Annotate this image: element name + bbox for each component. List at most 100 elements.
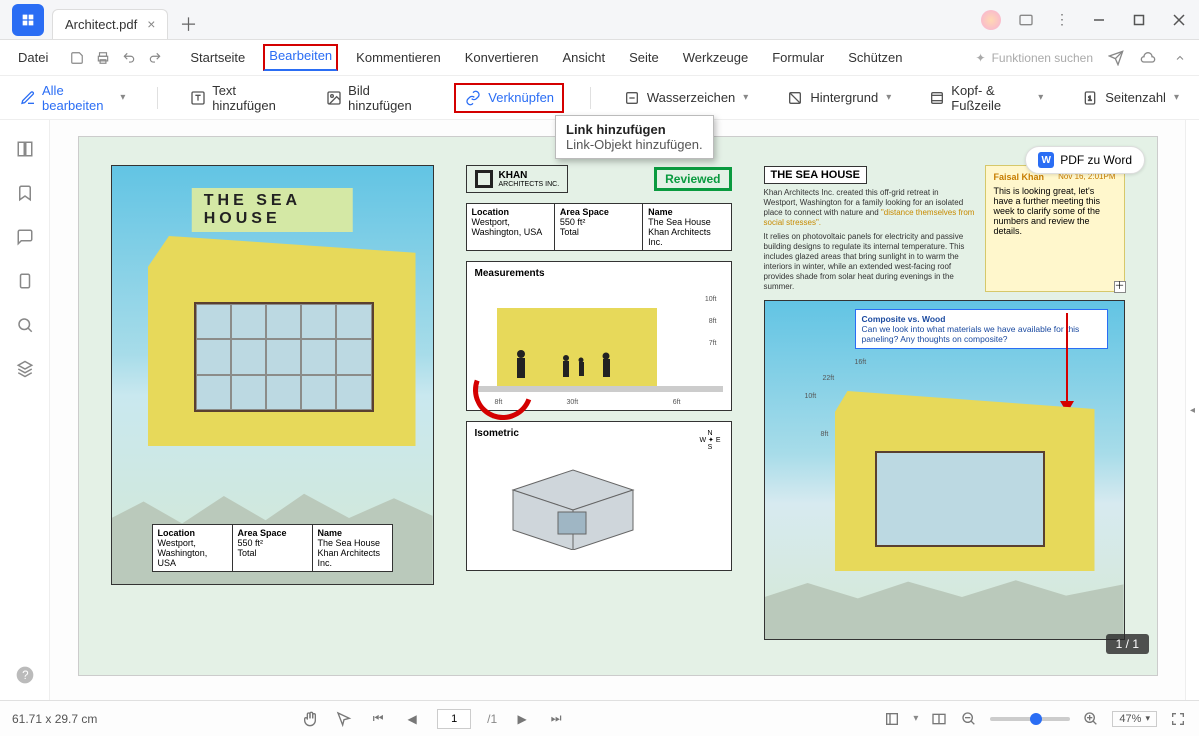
user-avatar-icon[interactable] [981, 10, 1001, 30]
save-icon[interactable] [68, 49, 86, 67]
document-tab-label: Architect.pdf [65, 17, 137, 32]
info-name-h: Name [318, 528, 387, 538]
search-functions-label: Funktionen suchen [992, 51, 1093, 65]
col3-rocks [765, 569, 1124, 639]
tab-startseite[interactable]: Startseite [184, 44, 251, 71]
tab-schuetzen[interactable]: Schützen [842, 44, 908, 71]
tab-ansicht[interactable]: Ansicht [556, 44, 611, 71]
page-col-review: THE SEA HOUSE Khan Architects Inc. creat… [764, 165, 1125, 647]
isometric-drawing [503, 450, 643, 550]
page-number-button[interactable]: 1 Seitenzahl ▾ [1075, 85, 1185, 111]
read-mode-icon[interactable] [930, 710, 948, 728]
main-area: ▸ ? W PDF zu Word THE SEA HOUSE [0, 120, 1199, 700]
layers-icon[interactable] [14, 358, 36, 380]
canvas-scroll[interactable]: THE SEA HOUSE LocationWestport, Washingt… [50, 120, 1185, 700]
first-page-icon[interactable]: ⏮ [369, 710, 387, 728]
compass: N W ✦ E S [699, 430, 720, 451]
edit-all-button[interactable]: Alle bearbeiten ▾ [14, 79, 131, 117]
attachment-icon[interactable] [14, 270, 36, 292]
send-icon[interactable] [1107, 49, 1125, 67]
pdf-to-word-button[interactable]: W PDF zu Word [1025, 146, 1145, 174]
tab-konvertieren[interactable]: Konvertieren [459, 44, 545, 71]
house-window [194, 302, 374, 412]
comment-callout[interactable]: Composite vs. Wood Can we look into what… [855, 309, 1108, 349]
tab-werkzeuge[interactable]: Werkzeuge [677, 44, 755, 71]
col3-illustration: Composite vs. Wood Can we look into what… [764, 300, 1125, 640]
info-location-h: Location [158, 528, 227, 538]
people-silhouettes [511, 346, 621, 386]
main-tabs: Startseite Bearbeiten Kommentieren Konve… [184, 44, 908, 71]
zoom-value: 47% [1119, 713, 1141, 725]
brand-line2: ARCHITECTS INC. [499, 181, 560, 188]
background-button[interactable]: Hintergrund ▾ [780, 85, 897, 111]
add-text-label: Text hinzufügen [212, 83, 288, 113]
thumbnails-icon[interactable] [14, 138, 36, 160]
brand-logo: KHAN ARCHITECTS INC. [466, 165, 569, 193]
fullscreen-icon[interactable] [1169, 710, 1187, 728]
comment-panel-icon[interactable] [14, 226, 36, 248]
pdf-page[interactable]: THE SEA HOUSE LocationWestport, Washingt… [78, 136, 1158, 676]
print-icon[interactable] [94, 49, 112, 67]
hand-tool-icon[interactable] [301, 710, 319, 728]
search-functions[interactable]: ✦ Funktionen suchen [976, 51, 1093, 65]
bookmark-icon[interactable] [14, 182, 36, 204]
info2-name-h: Name [648, 207, 725, 217]
window-minimize-button[interactable] [1079, 0, 1119, 40]
cloud-icon[interactable] [1139, 49, 1157, 67]
info2-location-v: Westport, Washington, USA [472, 217, 549, 237]
window-close-button[interactable] [1159, 0, 1199, 40]
next-page-icon[interactable]: ▶ [513, 710, 531, 728]
zoom-in-icon[interactable] [1082, 710, 1100, 728]
sticky-expand-icon[interactable]: ＋ [1114, 281, 1126, 293]
more-icon[interactable]: ⋮ [1051, 9, 1073, 31]
zoom-slider-thumb[interactable] [1030, 713, 1042, 725]
caret-down-icon: ▾ [743, 92, 748, 103]
measurements-panel: Measurements 30ft 6ft 8ft 10ft 8ft 7ft [466, 261, 732, 411]
collapse-right-panel-icon[interactable]: ◂ [1185, 120, 1199, 700]
zoom-out-icon[interactable] [960, 710, 978, 728]
menu-file[interactable]: Datei [10, 46, 56, 69]
fit-page-icon[interactable] [883, 710, 901, 728]
fit-caret-icon[interactable]: ▾ [913, 713, 918, 724]
background-icon [786, 89, 804, 107]
help-icon[interactable]: ? [14, 664, 36, 686]
page-number-input[interactable] [437, 709, 471, 729]
tab-seite[interactable]: Seite [623, 44, 665, 71]
message-icon[interactable] [1015, 9, 1037, 31]
zoom-slider[interactable] [990, 717, 1070, 721]
page-total: /1 [487, 712, 497, 726]
isometric-panel: Isometric N W ✦ E S [466, 421, 732, 571]
add-image-label: Bild hinzufügen [348, 83, 422, 113]
add-image-button[interactable]: Bild hinzufügen [320, 79, 428, 117]
measurements-title: Measurements [475, 268, 723, 279]
zoom-select[interactable]: 47%▾ [1112, 711, 1157, 727]
search-icon[interactable] [14, 314, 36, 336]
tab-kommentieren[interactable]: Kommentieren [350, 44, 447, 71]
select-tool-icon[interactable] [335, 710, 353, 728]
undo-icon[interactable] [120, 49, 138, 67]
statusbar: 61.71 x 29.7 cm ⏮ ◀ /1 ▶ ⏭ ▾ 47%▾ [0, 700, 1199, 736]
svg-text:1: 1 [1088, 95, 1092, 102]
brand-logo-mark [475, 170, 493, 188]
close-tab-icon[interactable]: × [147, 16, 155, 32]
sticky-body: This is looking great, let's have a furt… [994, 186, 1116, 236]
redo-icon[interactable] [146, 49, 164, 67]
chevron-up-icon[interactable] [1171, 49, 1189, 67]
prev-page-icon[interactable]: ◀ [403, 710, 421, 728]
watermark-button[interactable]: Wasserzeichen ▾ [617, 85, 754, 111]
header-footer-button[interactable]: Kopf- & Fußzeile ▾ [923, 79, 1049, 117]
document-tab[interactable]: Architect.pdf × [52, 9, 168, 39]
brand-line1: KHAN [499, 170, 560, 181]
col3-house-window [875, 451, 1045, 547]
last-page-icon[interactable]: ⏭ [547, 710, 565, 728]
tab-formular[interactable]: Formular [766, 44, 830, 71]
sticky-note[interactable]: Faisal Khan Nov 16, 2:01PM This is looki… [985, 165, 1125, 292]
new-tab-button[interactable]: ＋ [174, 10, 202, 38]
tab-bearbeiten[interactable]: Bearbeiten [263, 44, 338, 71]
link-button[interactable]: Verknüpfen [454, 83, 564, 113]
window-maximize-button[interactable] [1119, 0, 1159, 40]
compass-w: W [699, 437, 706, 444]
tooltip-desc: Link-Objekt hinzufügen. [566, 137, 703, 152]
dim-8ft-c: 8ft [821, 431, 829, 438]
add-text-button[interactable]: Text hinzufügen [184, 79, 294, 117]
